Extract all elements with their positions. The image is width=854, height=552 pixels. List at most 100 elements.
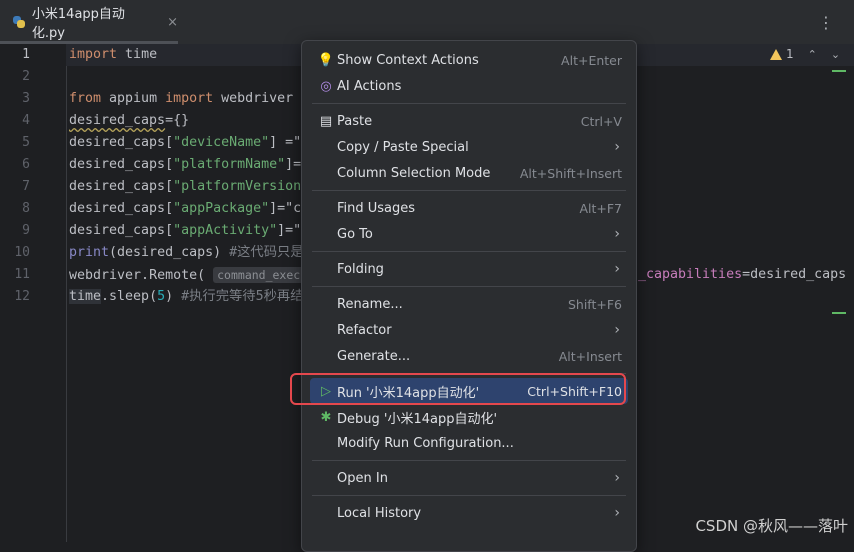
menu-item-folding[interactable]: Folding › — [310, 256, 628, 282]
warning-count: 1 — [786, 47, 794, 61]
menu-item-local-history[interactable]: Local History › — [310, 500, 628, 526]
editor-tab[interactable]: 小米14app自动化.py × — [0, 0, 178, 44]
tab-title: 小米14app自动化.py — [31, 7, 125, 41]
menu-separator — [312, 495, 626, 496]
menu-item-open-in[interactable]: Open In › — [310, 465, 628, 491]
code-line: desired_caps={} — [69, 110, 189, 132]
menu-item-label: Local History — [337, 505, 422, 521]
menu-item-modify-run-configuration[interactable]: Modify Run Configuration... — [310, 430, 628, 456]
line-number: 11 — [14, 267, 30, 282]
menu-item-label: Column Selection Mode — [337, 165, 491, 181]
code-token: ] =" — [269, 135, 302, 150]
menu-item-go-to[interactable]: Go To › — [310, 221, 628, 247]
code-token: from — [69, 91, 102, 106]
menu-item-generate[interactable]: Generate... Alt+Insert — [310, 343, 628, 369]
lightbulb-icon: 💡 — [317, 52, 335, 68]
menu-item-ai-actions[interactable]: ◎ AI Actions — [310, 73, 628, 99]
line-number: 9 — [22, 223, 30, 238]
chevron-down-icon[interactable]: ⌄ — [831, 48, 840, 61]
code-token: ={} — [165, 113, 190, 128]
menu-item-copy-paste-special[interactable]: Copy / Paste Special › — [310, 134, 628, 160]
menu-item-label: Folding — [337, 261, 384, 277]
code-line: desired_caps["deviceName"] =" — [69, 132, 301, 154]
code-token: desired_caps[ — [69, 223, 174, 238]
code-token: desired_caps[ — [69, 179, 174, 194]
menu-item-column-selection-mode[interactable]: Column Selection Mode Alt+Shift+Insert — [310, 160, 628, 186]
chevron-right-icon: › — [614, 139, 620, 155]
code-token: ( — [197, 268, 214, 283]
menu-item-label: Modify Run Configuration... — [337, 435, 514, 451]
code-token: desired_caps[ — [69, 157, 174, 172]
menu-item-label: Find Usages — [337, 200, 416, 216]
code-token: desired_caps[ — [69, 135, 174, 150]
line-number: 1 — [22, 47, 30, 62]
line-number: 6 — [22, 157, 30, 172]
code-line: desired_caps["platformName"]= — [69, 154, 301, 176]
code-token: time — [69, 289, 102, 304]
ai-icon: ◎ — [320, 78, 332, 94]
chevron-right-icon: › — [614, 322, 620, 338]
menu-item-label: Debug '小米14app自动化' — [337, 411, 498, 427]
line-number: 2 — [22, 69, 30, 84]
clipboard-icon: ▤ — [319, 113, 333, 129]
menu-item-debug[interactable]: ✱ Debug '小米14app自动化' — [310, 404, 628, 430]
menu-item-label: Open In — [337, 470, 388, 486]
code-line: webdriver.Remote( command_exec — [69, 264, 305, 286]
menu-item-shortcut: Alt+F7 — [579, 200, 622, 216]
menu-item-paste[interactable]: ▤ Paste Ctrl+V — [310, 108, 628, 134]
line-number: 7 — [22, 179, 30, 194]
code-token: time — [117, 47, 158, 62]
menu-item-label: AI Actions — [337, 78, 402, 94]
menu-item-label: Generate... — [337, 348, 411, 364]
code-token: Remote — [149, 268, 198, 283]
close-icon[interactable]: × — [167, 15, 178, 30]
menu-item-show-context-actions[interactable]: 💡 Show Context Actions Alt+Enter — [310, 47, 628, 73]
code-token: webdriver. — [69, 268, 150, 283]
context-menu: 💡 Show Context Actions Alt+Enter ◎ AI Ac… — [301, 40, 637, 552]
menu-item-shortcut: Alt+Shift+Insert — [519, 165, 622, 181]
chevron-right-icon: › — [614, 261, 620, 277]
code-line-tail: d_capabilities=desired_caps — [630, 264, 846, 286]
code-token: ) — [165, 289, 182, 304]
menu-separator — [312, 103, 626, 104]
code-token: import — [69, 47, 118, 62]
watermark: CSDN @秋风——落叶 — [695, 517, 848, 535]
code-line: print(desired_caps) #这代码只是 — [69, 242, 304, 264]
line-number: 5 — [22, 135, 30, 150]
code-token: .sleep( — [101, 289, 158, 304]
code-token: #执行完等待5秒再结 — [181, 289, 304, 304]
code-token: import — [165, 91, 214, 106]
code-token: webdriver — [213, 91, 294, 106]
python-file-icon — [12, 15, 26, 29]
code-line: time.sleep(5) #执行完等待5秒再结 — [69, 286, 304, 308]
code-token: desired_caps[ — [69, 201, 174, 216]
code-token: "platformName" — [173, 157, 286, 172]
code-token: d_capabilities — [630, 267, 743, 282]
menu-item-refactor[interactable]: Refactor › — [310, 317, 628, 343]
menu-item-shortcut: Shift+F6 — [567, 296, 622, 312]
change-marker — [832, 312, 846, 314]
code-token: "appPackage" — [173, 201, 270, 216]
code-token: 5 — [157, 289, 166, 304]
chevron-up-icon[interactable]: ⌃ — [808, 48, 817, 61]
menu-separator — [312, 251, 626, 252]
menu-item-rename[interactable]: Rename... Shift+F6 — [310, 291, 628, 317]
code-token: ]="c — [269, 201, 302, 216]
line-number: 4 — [22, 113, 30, 128]
code-line: desired_caps["platformVersion — [69, 176, 301, 198]
menu-item-find-usages[interactable]: Find Usages Alt+F7 — [310, 195, 628, 221]
menu-item-shortcut: Ctrl+V — [580, 113, 622, 129]
code-line: desired_caps["appPackage"]="c — [69, 198, 301, 220]
inspection-widget[interactable]: 1 ⌃ ⌄ — [770, 47, 840, 61]
code-token: ]=" — [277, 223, 302, 238]
line-number: 10 — [14, 245, 30, 260]
menu-separator — [312, 190, 626, 191]
menu-item-label: Show Context Actions — [337, 52, 479, 68]
code-token: ]= — [285, 157, 302, 172]
menu-item-label: Paste — [337, 113, 373, 129]
code-token: #这代码只是 — [229, 245, 304, 260]
code-token: print — [69, 245, 110, 260]
parameter-hint: command_exec — [213, 267, 305, 283]
more-options-icon[interactable]: ⋮ — [818, 13, 834, 32]
menu-item-shortcut: Alt+Enter — [561, 52, 622, 68]
